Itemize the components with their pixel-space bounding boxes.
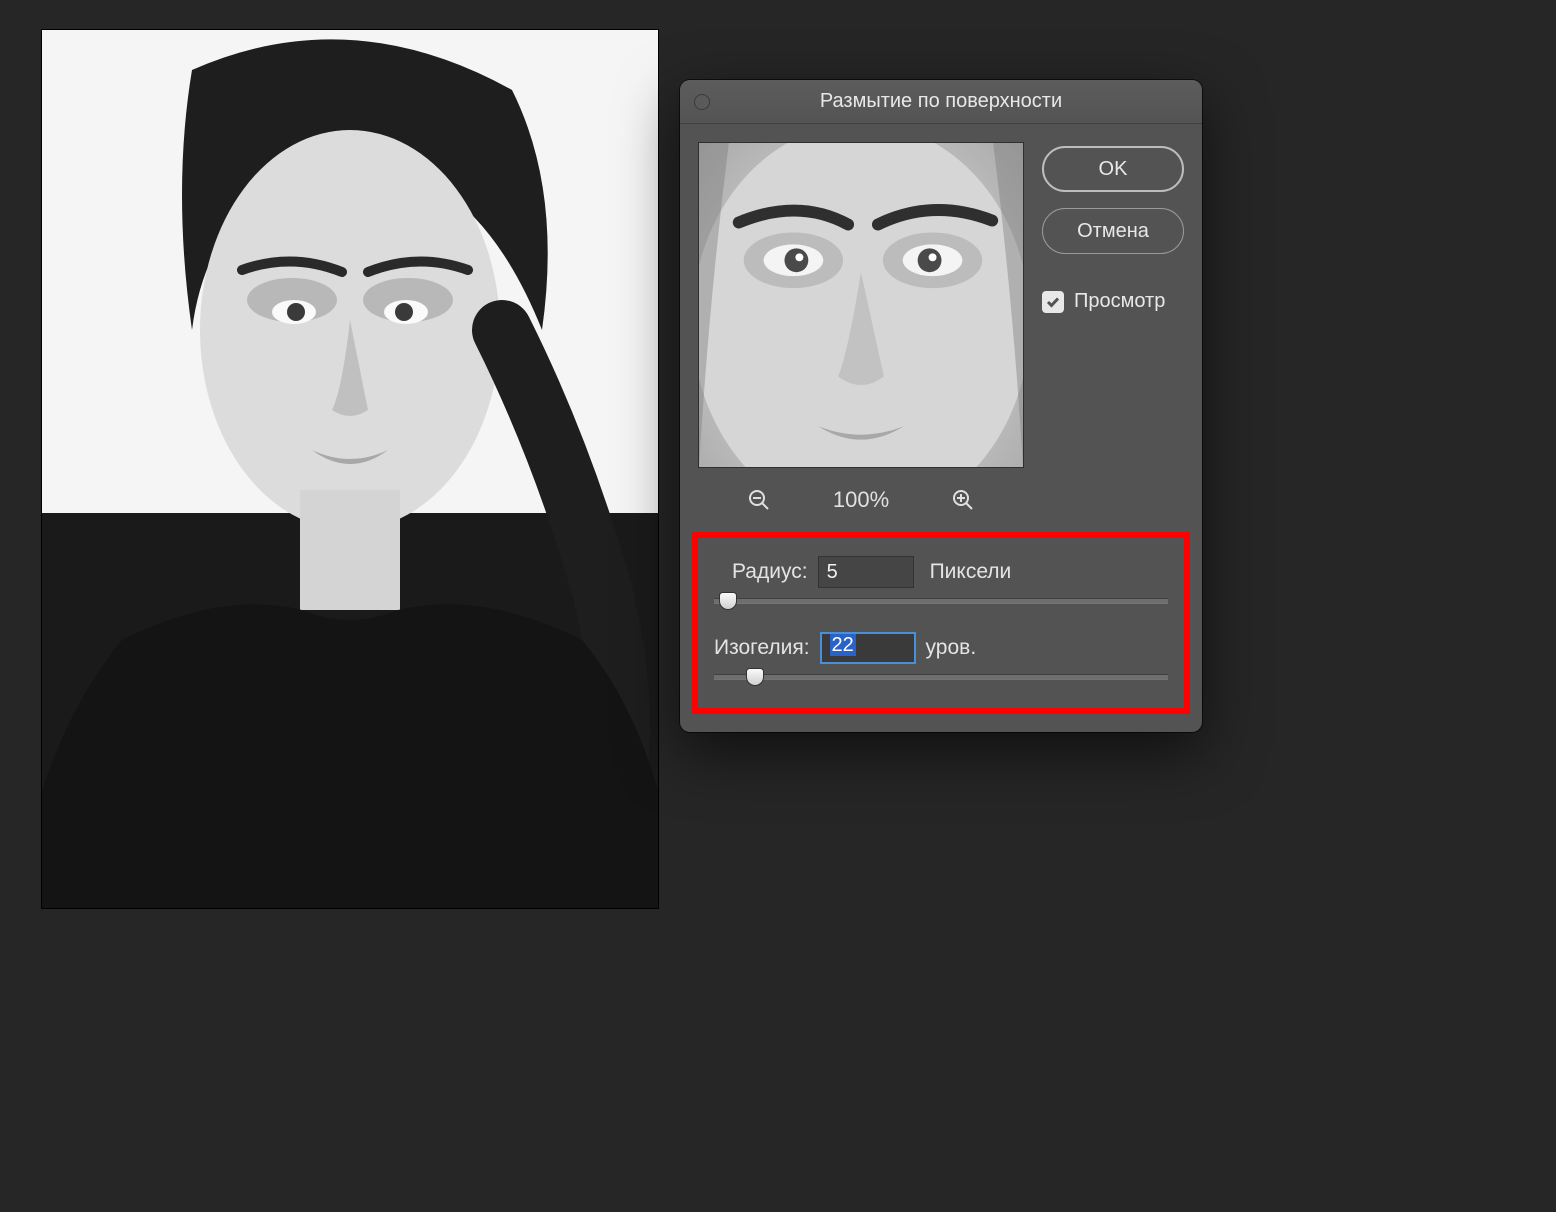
filter-preview[interactable] <box>698 142 1024 468</box>
dialog-title: Размытие по поверхности <box>820 90 1062 113</box>
preview-face-illustration <box>699 143 1023 467</box>
ok-button-label: OK <box>1099 158 1128 181</box>
zoom-out-icon[interactable] <box>745 486 773 514</box>
dialog-titlebar[interactable]: Размытие по поверхности <box>680 80 1202 124</box>
close-icon[interactable] <box>694 94 710 110</box>
surface-blur-dialog: Размытие по поверхности <box>680 80 1202 732</box>
filter-controls-highlight: Радиус: Пиксели Изогелия: 22 уров. <box>692 532 1190 714</box>
zoom-in-icon[interactable] <box>949 486 977 514</box>
portrait-illustration <box>42 30 658 908</box>
document-canvas <box>42 30 658 908</box>
radius-label: Радиус: <box>732 560 808 584</box>
radius-slider-thumb[interactable] <box>719 592 737 610</box>
threshold-label: Изогелия: <box>714 636 810 660</box>
ok-button[interactable]: OK <box>1042 146 1184 192</box>
threshold-slider-thumb[interactable] <box>746 668 764 686</box>
cancel-button-label: Отмена <box>1077 220 1149 243</box>
zoom-level: 100% <box>833 487 889 513</box>
threshold-slider[interactable] <box>714 674 1168 680</box>
radius-slider[interactable] <box>714 598 1168 604</box>
cancel-button[interactable]: Отмена <box>1042 208 1184 254</box>
threshold-input[interactable]: 22 <box>820 632 916 664</box>
radius-input[interactable] <box>818 556 914 588</box>
threshold-unit: уров. <box>926 636 977 660</box>
portrait-image <box>42 30 658 908</box>
checkbox-checked-icon <box>1042 291 1064 313</box>
preview-checkbox[interactable]: Просмотр <box>1042 290 1184 313</box>
radius-unit: Пиксели <box>930 560 1012 584</box>
preview-checkbox-label: Просмотр <box>1074 290 1165 313</box>
